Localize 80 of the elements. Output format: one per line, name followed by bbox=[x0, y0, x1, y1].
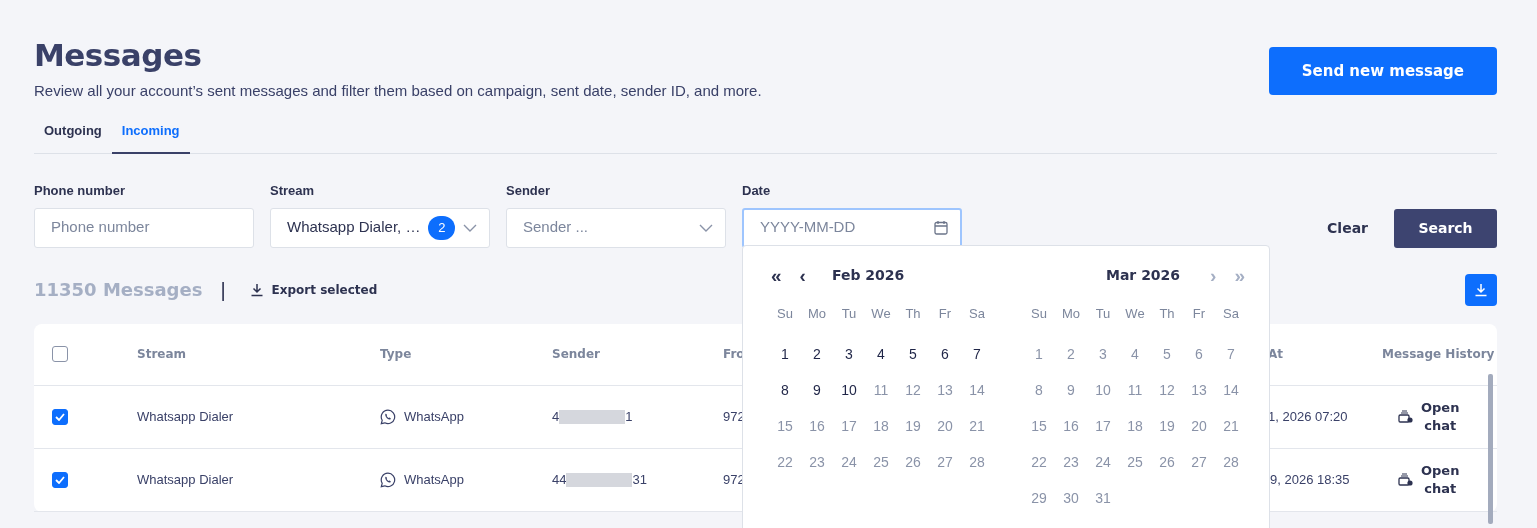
weekday-label: Su bbox=[776, 305, 794, 324]
weekday-label: We bbox=[1124, 305, 1146, 324]
weekday-label: Fr bbox=[937, 305, 953, 324]
tab[interactable]: Incoming bbox=[111, 114, 190, 155]
tab[interactable]: Outgoing bbox=[34, 114, 112, 155]
calendar-day[interactable]: 1 bbox=[769, 336, 801, 372]
redacted-text bbox=[559, 409, 626, 424]
check-icon bbox=[55, 475, 65, 484]
check-icon bbox=[55, 412, 65, 421]
table-cell-text: 1 bbox=[625, 407, 633, 426]
open-chat-link[interactable]: Open chat bbox=[1421, 461, 1460, 498]
table-cell-text: WhatsApp bbox=[404, 470, 464, 489]
field-label: Sender bbox=[506, 182, 552, 201]
calendar-day[interactable]: 3 bbox=[833, 336, 865, 372]
table-cell: Whatsapp Dialer bbox=[137, 471, 234, 487]
column-header: Message History bbox=[1382, 347, 1495, 362]
page-title: Messages bbox=[34, 38, 203, 73]
whatsapp-icon bbox=[380, 471, 396, 488]
weekday-label: Tu bbox=[1094, 305, 1112, 324]
calendar-day[interactable]: 9 bbox=[801, 372, 833, 408]
clear-button[interactable]: Clear bbox=[1309, 217, 1386, 239]
calendar-day[interactable]: 5 bbox=[897, 336, 929, 372]
chat-stack-icon bbox=[1398, 410, 1413, 424]
calendar-day[interactable]: 10 bbox=[833, 372, 865, 408]
send-message-button[interactable]: Send new message bbox=[1268, 47, 1497, 95]
sender-select[interactable]: Sender ... bbox=[506, 207, 726, 248]
calendar-day[interactable]: 4 bbox=[865, 336, 897, 372]
nav-button[interactable]: ‹ bbox=[797, 265, 808, 285]
download-icon bbox=[249, 282, 264, 297]
calendar-day[interactable]: 7 bbox=[961, 336, 993, 372]
column-header: Sender bbox=[552, 347, 600, 362]
scrollbar[interactable] bbox=[1488, 374, 1493, 524]
weekday-label: Su bbox=[1030, 305, 1048, 324]
calendar-icon bbox=[934, 220, 948, 236]
redacted-text bbox=[566, 472, 633, 487]
table-cell: 9, 2026 18:35 bbox=[1270, 471, 1350, 487]
download-button[interactable] bbox=[1465, 273, 1497, 306]
weekday-label: Mo bbox=[1060, 305, 1082, 324]
weekday-label: Sa bbox=[1222, 305, 1240, 324]
select-all-checkbox[interactable] bbox=[52, 346, 68, 363]
open-chat-link[interactable]: Open chat bbox=[1421, 398, 1460, 435]
export-selected-button[interactable]: Export selected bbox=[243, 279, 384, 300]
row-checkbox[interactable] bbox=[52, 408, 68, 425]
table-cell-text: WhatsApp bbox=[404, 407, 464, 426]
chat-stack-icon bbox=[1398, 473, 1413, 487]
row-checkbox[interactable] bbox=[52, 471, 68, 488]
stream-select[interactable]: Whatsapp Dialer, … 2 bbox=[270, 207, 490, 248]
field-label: Phone number bbox=[34, 182, 126, 201]
calendar-day[interactable]: 8 bbox=[769, 372, 801, 408]
table-cell: Whatsapp Dialer bbox=[137, 408, 234, 424]
chevron-down-icon bbox=[463, 223, 477, 232]
table-cell-text: 44 bbox=[552, 470, 567, 489]
search-button[interactable]: Search bbox=[1394, 208, 1497, 248]
whatsapp-icon bbox=[380, 408, 396, 425]
chevron-down-icon bbox=[699, 223, 713, 232]
column-header: Type bbox=[380, 347, 412, 362]
month-title: Feb 2026 bbox=[831, 265, 905, 285]
page-subtitle: Review all your account’s sent messages and filter them based on campaign, sent date, sender ID, and more. bbox=[34, 81, 762, 102]
weekday-label: Th bbox=[904, 305, 922, 324]
nav-button[interactable]: « bbox=[769, 265, 784, 285]
date-input-field[interactable]: YYYY-MM-DD bbox=[742, 207, 962, 248]
table-cell-text: 31 bbox=[632, 470, 647, 489]
selected-count-badge: 2 bbox=[428, 215, 456, 240]
field-label: Stream bbox=[270, 182, 316, 201]
month-title: Mar 2026 bbox=[1105, 265, 1181, 285]
download-icon bbox=[1474, 282, 1488, 297]
weekday-label: Sa bbox=[968, 305, 986, 324]
weekday-label: Mo bbox=[806, 305, 828, 324]
calendar-day[interactable]: 6 bbox=[929, 336, 961, 372]
weekday-label: We bbox=[870, 305, 892, 324]
weekday-label: Tu bbox=[840, 305, 858, 324]
divider-mark: | bbox=[220, 277, 226, 303]
phone-input-field[interactable]: Phone number bbox=[34, 207, 254, 248]
calendar-day[interactable]: 2 bbox=[801, 336, 833, 372]
message-count: 11350 Messages bbox=[34, 278, 203, 303]
column-header: Stream bbox=[137, 347, 187, 362]
weekday-label: Th bbox=[1158, 305, 1176, 324]
table-cell-text: 4 bbox=[552, 407, 560, 426]
weekday-label: Fr bbox=[1191, 305, 1207, 324]
field-label: Date bbox=[742, 182, 772, 201]
